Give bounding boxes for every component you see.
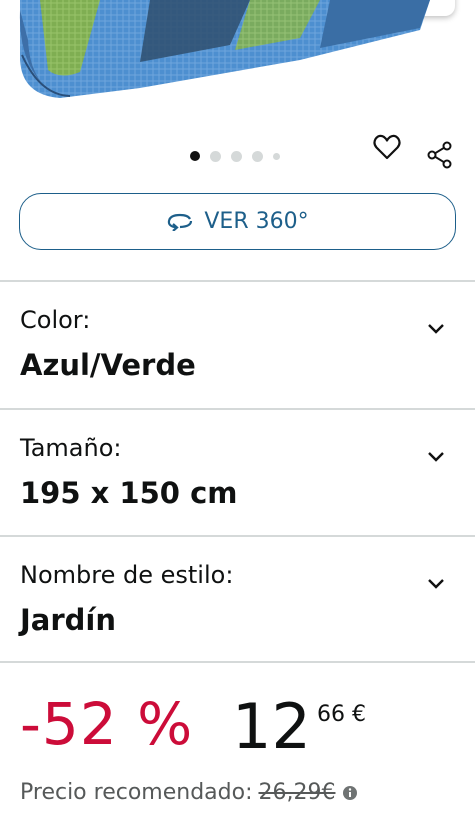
variation-style-label: Nombre de estilo: [20,561,234,589]
info-icon[interactable] [341,784,359,802]
recommended-price-label: Precio recomendado: [20,780,253,805]
price-whole: 12 [232,690,311,763]
recommended-price: Precio recomendado: 26,29€ [20,780,359,805]
discount-percentage: -52 % [20,690,194,758]
heart-icon [373,134,401,160]
share-button[interactable] [425,140,455,170]
chevron-down-icon [428,579,444,589]
carousel-dot[interactable] [273,152,280,160]
rotate-360-icon [168,213,193,231]
view-360-label: VER 360° [204,209,309,234]
variation-color-label: Color: [20,306,91,334]
chevron-down-icon [428,324,444,334]
variation-size[interactable]: Tamaño: 195 x 150 cm [0,410,475,536]
variation-style[interactable]: Nombre de estilo: Jardín [0,537,475,663]
variation-color[interactable]: Color: Azul/Verde [0,282,475,408]
variation-style-value: Jardín [20,603,117,637]
wishlist-button[interactable] [370,130,404,164]
product-image[interactable] [0,0,475,120]
variation-size-label: Tamaño: [20,434,122,462]
recommended-price-value: 26,29€ [258,780,336,805]
price-block: -52 % 12 66 € [20,690,460,770]
divider [0,661,475,663]
carousel-dot[interactable] [231,150,242,162]
carousel-dot[interactable] [210,150,221,162]
share-icon [427,141,452,169]
view-360-button[interactable]: VER 360° [19,193,456,250]
carousel-dot[interactable] [252,150,263,162]
variation-size-value: 195 x 150 cm [20,476,238,510]
carousel-dot-active[interactable] [190,151,200,161]
price-fraction: 66 € [317,702,366,727]
variation-color-value: Azul/Verde [20,348,196,382]
chevron-down-icon [428,452,444,462]
carousel-indicator [190,150,280,162]
